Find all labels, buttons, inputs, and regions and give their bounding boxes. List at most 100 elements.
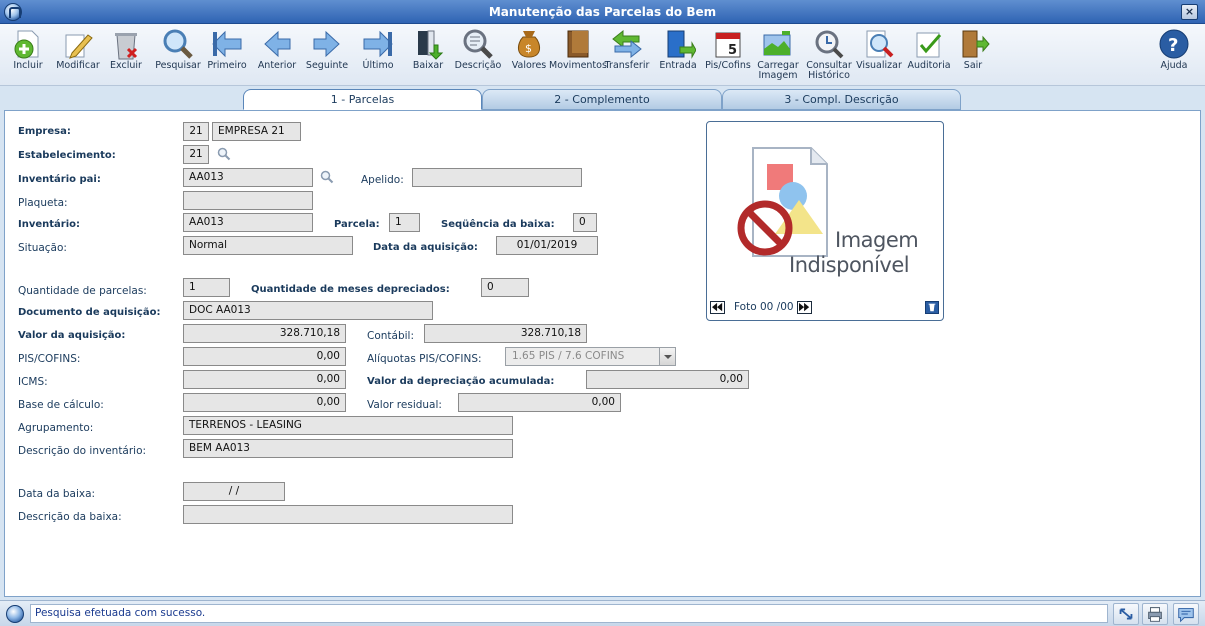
valor-residual-label: Valor residual:	[367, 399, 442, 411]
entry-book-icon	[667, 30, 696, 59]
data-aquisicao-label: Data da aquisição:	[373, 242, 478, 253]
search-inventario-pai-icon[interactable]	[320, 170, 334, 184]
previous-photo-button[interactable]	[710, 301, 725, 314]
resize-button[interactable]	[1113, 603, 1139, 625]
inventario-label: Inventário:	[18, 219, 81, 230]
ultimo-button[interactable]: Último	[352, 27, 404, 83]
incluir-button[interactable]: Incluir	[2, 27, 54, 83]
app-status-icon	[6, 605, 24, 623]
sequencia-baixa-label: Seqüência da baixa:	[441, 219, 555, 230]
image-unavailable-line2: Indisponível	[789, 253, 910, 277]
sair-button[interactable]: Sair	[947, 27, 999, 83]
plaqueta-field[interactable]	[183, 191, 313, 210]
calendar-icon: 5	[715, 32, 741, 58]
aliquotas-value: 1.65 PIS / 7.6 COFINS	[512, 350, 625, 362]
empresa-code-field[interactable]: 21	[183, 122, 209, 141]
load-image-icon	[763, 31, 791, 56]
contabil-field[interactable]: 328.710,18	[424, 324, 587, 343]
parcela-field[interactable]: 1	[389, 213, 420, 232]
tab-parcelas[interactable]: 1 - Parcelas	[243, 89, 482, 110]
entrada-button[interactable]: Entrada	[652, 27, 704, 83]
documento-aquisicao-label: Documento de aquisição:	[18, 307, 161, 318]
apelido-field[interactable]	[412, 168, 582, 187]
photo-panel: Imagem Indisponível Foto 00 /00	[706, 121, 944, 321]
depreciacao-acumulada-field[interactable]: 0,00	[586, 370, 749, 389]
documento-aquisicao-field[interactable]: DOC AA013	[183, 301, 433, 320]
base-calculo-field[interactable]: 0,00	[183, 393, 346, 412]
first-record-icon	[212, 30, 242, 58]
ajuda-button[interactable]: ? Ajuda	[1148, 27, 1200, 83]
anterior-button[interactable]: Anterior	[251, 27, 303, 83]
messages-button[interactable]	[1173, 603, 1199, 625]
print-button[interactable]	[1142, 603, 1168, 625]
photo-counter: Foto 00 /00	[734, 301, 794, 313]
chevron-down-icon[interactable]	[659, 348, 675, 365]
situacao-field: Normal	[183, 236, 353, 255]
depreciacao-acumulada-label: Valor da depreciação acumulada:	[367, 376, 555, 387]
visualizar-button[interactable]: Visualizar	[853, 27, 905, 83]
excluir-button[interactable]: Excluir	[100, 27, 152, 83]
sequencia-baixa-field[interactable]: 0	[573, 213, 597, 232]
baixar-button[interactable]: Baixar	[402, 27, 454, 83]
primeiro-button[interactable]: Primeiro	[201, 27, 253, 83]
quantidade-parcelas-label: Quantidade de parcelas:	[18, 285, 147, 297]
descricao-baixa-field[interactable]	[183, 505, 513, 524]
inventario-field[interactable]: AA013	[183, 213, 313, 232]
svg-text:?: ?	[1168, 35, 1178, 56]
pis-cofins-label: PIS/COFINS:	[18, 353, 81, 365]
valores-button[interactable]: $ Valores	[503, 27, 555, 83]
pis-cofins-field[interactable]: 0,00	[183, 347, 346, 366]
apelido-label: Apelido:	[361, 174, 404, 186]
data-aquisicao-field[interactable]: 01/01/2019	[496, 236, 598, 255]
next-photo-button[interactable]	[797, 301, 812, 314]
svg-text:5: 5	[728, 43, 737, 58]
search-estabelecimento-icon[interactable]	[217, 147, 231, 161]
valor-aquisicao-field[interactable]: 328.710,18	[183, 324, 346, 343]
consultar-historico-button[interactable]: Consultar Histórico	[803, 27, 855, 83]
movimentos-button[interactable]: Movimentos	[549, 27, 607, 83]
audit-checklist-icon	[916, 32, 942, 58]
valor-residual-field[interactable]: 0,00	[458, 393, 621, 412]
base-calculo-label: Base de cálculo:	[18, 399, 104, 411]
tab-compl-descricao[interactable]: 3 - Compl. Descrição	[722, 89, 961, 110]
meses-depreciados-label: Quantidade de meses depreciados:	[251, 284, 450, 295]
next-record-icon	[313, 30, 340, 58]
magnifier-icon	[163, 29, 193, 59]
meses-depreciados-field[interactable]: 0	[481, 278, 529, 297]
agrupamento-label: Agrupamento:	[18, 422, 94, 434]
icms-label: ICMS:	[18, 376, 48, 388]
trash-icon	[928, 303, 936, 312]
inventario-pai-field[interactable]: AA013	[183, 168, 313, 187]
empresa-label: Empresa:	[18, 126, 71, 137]
plaqueta-label: Plaqueta:	[18, 197, 68, 209]
trash-icon	[115, 33, 138, 60]
quantidade-parcelas-field[interactable]: 1	[183, 278, 230, 297]
descricao-baixa-label: Descrição da baixa:	[18, 511, 122, 523]
aliquotas-label: Alíquotas PIS/COFINS:	[367, 353, 482, 365]
pesquisar-button[interactable]: Pesquisar	[152, 27, 204, 83]
preview-icon	[866, 30, 894, 58]
transferir-button[interactable]: Transferir	[601, 27, 653, 83]
delete-photo-button[interactable]	[925, 301, 939, 314]
last-record-icon	[363, 30, 393, 58]
situacao-label: Situação:	[18, 242, 67, 254]
window-title: Manutenção das Parcelas do Bem	[488, 5, 717, 19]
empresa-name-field: EMPRESA 21	[212, 122, 301, 141]
agrupamento-field[interactable]: TERRENOS - LEASING	[183, 416, 513, 435]
estabelecimento-field[interactable]: 21	[183, 145, 209, 164]
modificar-button[interactable]: Modificar	[52, 27, 104, 83]
tab-complemento[interactable]: 2 - Complemento	[482, 89, 722, 110]
close-button[interactable]: ×	[1181, 4, 1198, 20]
history-search-icon	[815, 30, 844, 59]
photo-navigation: Foto 00 /00	[707, 298, 943, 320]
help-icon: ?	[1159, 29, 1189, 59]
estabelecimento-label: Estabelecimento:	[18, 150, 116, 161]
descricao-button[interactable]: Descrição	[452, 27, 504, 83]
icms-field[interactable]: 0,00	[183, 370, 346, 389]
seguinte-button[interactable]: Seguinte	[301, 27, 353, 83]
status-message: Pesquisa efetuada com sucesso.	[30, 604, 1108, 623]
rewind-icon	[712, 302, 723, 312]
data-baixa-field[interactable]: / /	[183, 482, 285, 501]
aliquotas-select[interactable]: 1.65 PIS / 7.6 COFINS	[505, 347, 676, 366]
descricao-inventario-field[interactable]: BEM AA013	[183, 439, 513, 458]
